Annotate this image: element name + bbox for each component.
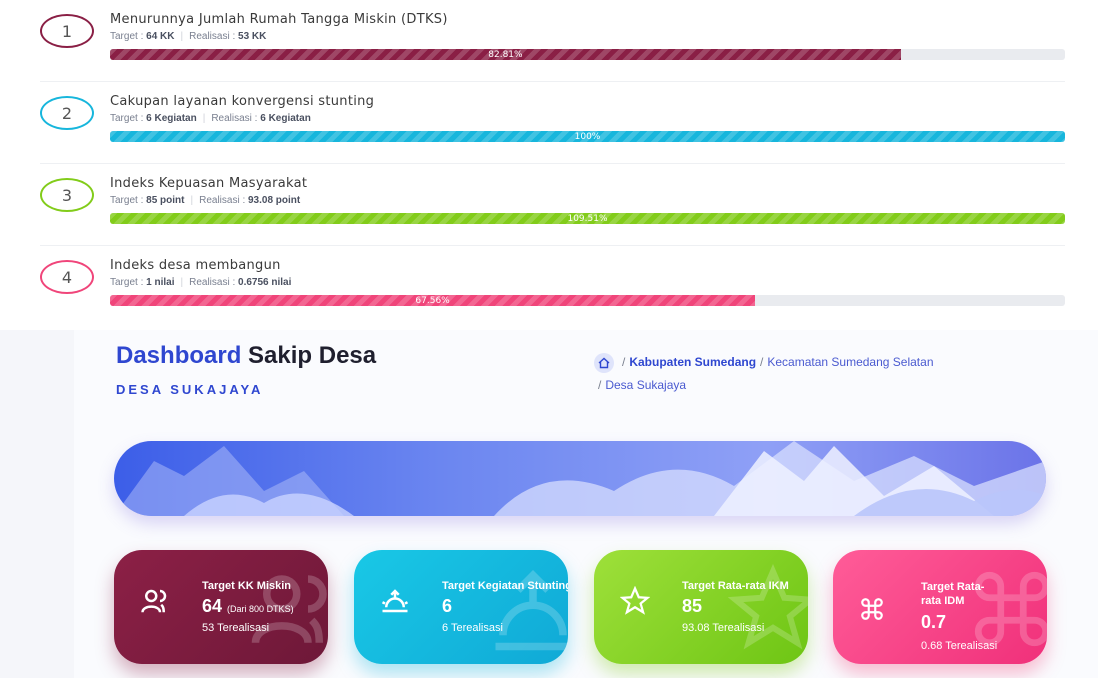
realisasi-value: 0.6756 nilai [238,277,292,288]
realisasi-label: Realisasi : [189,277,239,288]
indicator-row: 1 Menurunnya Jumlah Rumah Tangga Miskin … [40,0,1065,82]
progress-percent: 82.81% [488,49,523,60]
sunrise-icon [381,589,409,613]
realisasi-value: 6 Kegiatan [260,113,311,124]
target-value: 64 KK [146,31,175,42]
realisasi-label: Realisasi : [189,31,239,42]
breadcrumb-kecamatan[interactable]: Kecamatan Sumedang Selatan [767,355,933,369]
target-label: Target : [110,31,147,42]
card-value-note: (Dari 800 DTKS) [227,604,294,614]
progress-bar: 67.56% [110,295,1065,306]
breadcrumb-desa: Desa Sukajaya [605,378,687,392]
progress-percent: 100% [574,131,601,142]
card-value-number: 64 [202,596,223,616]
card-realized: 0.68 Terealisasi [921,640,998,652]
target-label: Target : [110,277,147,288]
card-title: Target Rata-rata IKM [682,580,789,592]
stat-card-kk-miskin[interactable]: Target KK Miskin 64 (Dari 800 DTKS) 53 T… [114,550,328,664]
card-title: Target KK Miskin [202,580,292,592]
stat-card-idm[interactable]: Target Rata-rata IDM 0.7 0.68 Terealisas… [833,550,1047,664]
target-value: 1 nilai [146,277,175,288]
indicator-title: Indeks desa membangun [110,258,281,273]
progress-fill: 82.81% [110,49,901,60]
card-value: 85 [682,596,703,616]
star-icon [728,564,808,650]
progress-bar: 100% [110,131,1065,142]
progress-fill: 109.51% [110,213,1065,224]
breadcrumb: / Kabupaten Sumedang / Kecamatan Sumedang S… [594,351,1014,397]
home-icon[interactable] [594,352,614,373]
indicator-title: Menurunnya Jumlah Rumah Tangga Miskin (D… [110,12,448,27]
indicator-number: 4 [40,260,94,294]
indicator-row: 2 Cakupan layanan konvergensi stunting T… [40,82,1065,164]
stat-card-stunting[interactable]: Target Kegiatan Stunting 6 6 Terealisasi [354,550,568,664]
target-label: Target : [110,113,147,124]
sunrise-icon [495,569,568,651]
indicator-title: Indeks Kepuasan Masyarakat [110,176,308,191]
target-label: Target : [110,195,147,206]
indicator-meta: Target : 1 nilai | Realisasi : 0.6756 nila… [110,277,292,288]
hero-banner [114,441,1046,516]
indicator-meta: Target : 64 KK | Realisasi : 53 KK [110,31,267,42]
realisasi-value: 53 KK [238,31,267,42]
progress-percent: 67.56% [415,295,450,306]
card-value: 0.7 [921,612,947,632]
card-title: Target Kegiatan Stunting [442,580,568,592]
realisasi-label: Realisasi : [199,195,248,206]
mountain-illustration [114,441,1046,516]
indicator-number: 3 [40,178,94,212]
page-title: Dashboard Sakip Desa [116,342,376,370]
breadcrumb-kabupaten[interactable]: Kabupaten Sumedang [629,355,756,369]
indicator-number: 2 [40,96,94,130]
progress-bar: 109.51% [110,213,1065,224]
page-title-rest: Sakip Desa [248,342,377,369]
progress-percent: 109.51% [567,213,608,224]
card-realized: 93.08 Terealisasi [682,622,765,634]
target-value: 85 point [146,195,185,206]
card-realized: 53 Terealisasi [202,622,270,634]
command-icon [861,598,883,620]
target-value: 6 Kegiatan [146,113,197,124]
indicator-title: Cakupan layanan konvergensi stunting [110,94,375,109]
card-value: 6 [442,596,453,616]
indicator-row: 4 Indeks desa membangun Target : 1 nilai… [40,246,1065,328]
realisasi-value: 93.08 point [248,195,301,206]
stat-card-ikm[interactable]: Target Rata-rata IKM 85 93.08 Terealisas… [594,550,808,664]
page-subtitle: DESA SUKAJAYA [116,382,264,397]
star-icon [620,586,650,615]
page-title-highlight: Dashboard [116,342,242,369]
indicator-row: 3 Indeks Kepuasan Masyarakat Target : 85… [40,164,1065,246]
progress-fill: 67.56% [110,295,756,306]
realisasi-label: Realisasi : [211,113,261,124]
users-icon [141,589,167,613]
progress-section: 1 Menurunnya Jumlah Rumah Tangga Miskin … [0,0,1098,330]
card-value: 64 (Dari 800 DTKS) [202,596,294,617]
card-realized: 6 Terealisasi [442,622,503,634]
indicator-number: 1 [40,14,94,48]
progress-bar: 82.81% [110,49,1065,60]
progress-fill: 100% [110,131,1065,142]
card-title: Target Rata-rata IDM [921,581,985,607]
indicator-meta: Target : 85 point | Realisasi : 93.08 poin… [110,195,301,206]
indicator-meta: Target : 6 Kegiatan | Realisasi : 6 Kegiat… [110,113,311,124]
